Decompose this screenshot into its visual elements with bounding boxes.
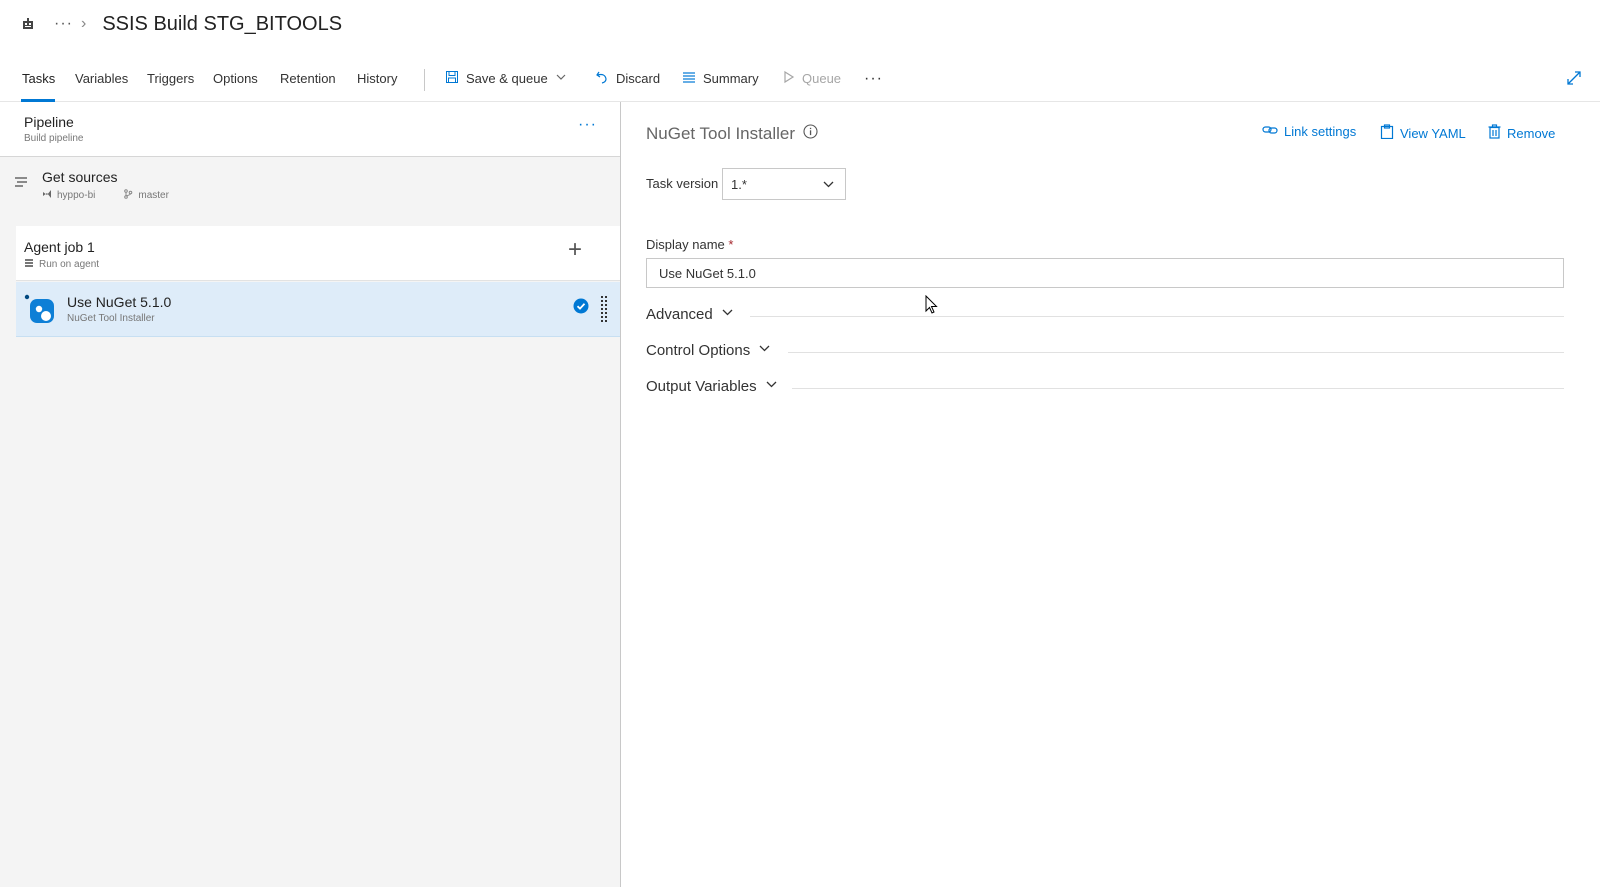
drag-handle-icon[interactable] [600,295,608,328]
repository-name: hyppo-bi [57,190,96,201]
task-details-title: NuGet Tool Installer [646,124,818,144]
toolbar: Tasks Variables Triggers Options Retenti… [0,62,1600,102]
agent-job-subtitle: Run on agent [39,259,100,270]
task-version-label: Task version [646,176,719,191]
tab-options[interactable]: Options [213,71,258,86]
trash-icon [1488,124,1501,142]
task-version-select[interactable]: 1.* [722,168,846,200]
pipeline-subtitle: Build pipeline [24,133,84,144]
chevron-down-icon [721,306,734,323]
pipeline-tasks-panel: Pipeline Build pipeline ··· Get sources … [0,102,621,887]
display-name-label: Display name [646,237,725,252]
section-output-variables[interactable]: Output Variables [646,378,1564,398]
section-divider [750,316,1564,317]
list-icon [682,70,696,87]
more-actions-button[interactable]: ··· [864,70,883,88]
summary-button[interactable]: Summary [682,70,759,87]
clipboard-icon [1380,124,1394,142]
display-name-value: Use NuGet 5.1.0 [659,266,756,281]
section-control-options[interactable]: Control Options [646,342,1564,362]
link-settings-label: Link settings [1284,124,1357,139]
get-sources-title: Get sources [42,169,118,185]
task-subtitle: NuGet Tool Installer [67,313,155,324]
pipeline-header[interactable]: Pipeline Build pipeline ··· [0,102,620,157]
details-title-text: NuGet Tool Installer [646,124,795,143]
queue-button[interactable]: Queue [783,70,841,87]
output-variables-label: Output Variables [646,378,757,395]
chevron-down-icon [758,342,771,359]
branch-name: master [138,190,169,201]
page-title: SSIS Build STG_BITOOLS [102,12,343,35]
discard-button[interactable]: Discard [595,70,660,87]
breadcrumb: ··· › SSIS Build STG_BITOOLS [0,0,1600,48]
undo-icon [595,70,609,87]
remove-label: Remove [1507,125,1556,141]
tab-tasks[interactable]: Tasks [22,71,55,86]
get-sources-icon [14,175,30,194]
advanced-label: Advanced [646,306,713,323]
build-pipeline-icon[interactable] [20,16,36,32]
play-icon [783,70,795,87]
info-icon[interactable] [803,124,818,144]
display-name-input[interactable]: Use NuGet 5.1.0 [646,258,1564,288]
add-task-button[interactable]: + [568,238,582,262]
tab-history[interactable]: History [357,71,397,86]
save-icon [445,70,459,87]
chevron-down-icon [822,178,835,194]
section-advanced[interactable]: Advanced [646,306,1564,326]
task-version-value: 1.* [731,177,747,192]
breadcrumb-overflow-button[interactable]: ··· [54,15,73,33]
task-title: Use NuGet 5.1.0 [67,294,172,310]
agent-job-item[interactable]: Agent job 1 Run on agent + [16,226,620,281]
discard-label: Discard [616,71,661,86]
queue-label: Queue [802,71,842,86]
get-sources-item[interactable]: Get sources hyppo-bi master [0,158,620,226]
link-icon [1262,124,1278,139]
pipeline-title: Pipeline [24,114,74,130]
tab-variables[interactable]: Variables [75,71,128,86]
expand-icon[interactable] [1566,70,1582,91]
tab-triggers[interactable]: Triggers [147,71,194,86]
section-divider [788,352,1564,353]
enabled-check-icon[interactable] [573,298,589,319]
chevron-right-icon: › [80,15,87,32]
section-divider [792,388,1564,389]
required-asterisk: * [728,237,734,252]
pipeline-more-button[interactable]: ··· [578,116,597,134]
save-queue-button[interactable]: Save & queue [445,70,567,87]
branch-icon [123,189,133,202]
toolbar-divider [424,69,425,91]
save-queue-label: Save & queue [466,71,548,86]
tab-retention[interactable]: Retention [280,71,336,86]
visual-studio-icon [42,189,52,202]
server-icon [24,258,34,271]
view-yaml-label: View YAML [1400,125,1466,141]
summary-label: Summary [703,71,759,86]
agent-job-title: Agent job 1 [24,239,95,255]
link-settings-button[interactable]: Link settings [1262,124,1356,139]
view-yaml-button[interactable]: View YAML [1380,124,1466,142]
control-options-label: Control Options [646,342,751,359]
remove-button[interactable]: Remove [1488,124,1555,142]
display-name-label-row: Display name * [646,237,733,252]
nuget-icon [24,293,56,330]
task-item-selected[interactable]: Use NuGet 5.1.0 NuGet Tool Installer [16,282,620,337]
mouse-cursor-icon [925,294,939,320]
chevron-down-icon [555,71,567,86]
chevron-down-icon [765,378,778,395]
